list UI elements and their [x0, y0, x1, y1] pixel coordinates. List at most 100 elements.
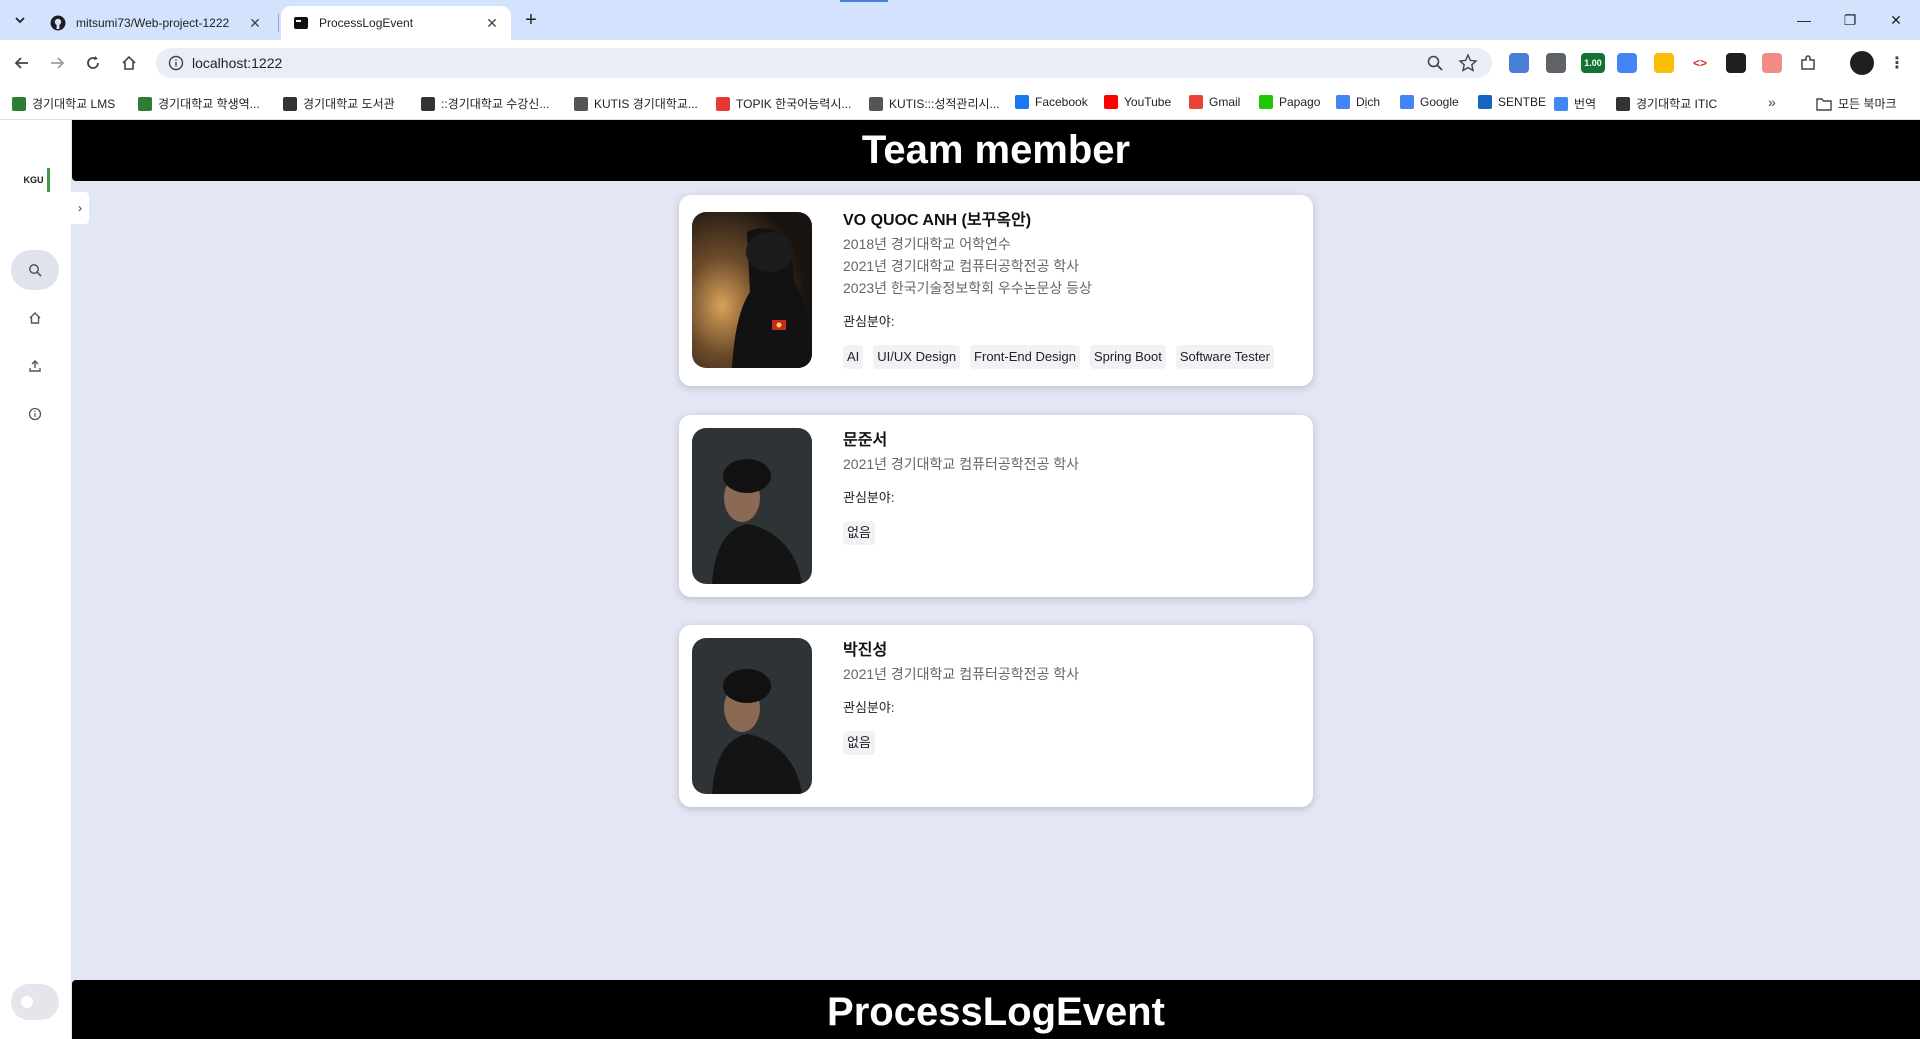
sidebar: KGU	[0, 120, 71, 1039]
bookmark-favicon-icon	[421, 96, 435, 111]
search-icon	[29, 264, 42, 277]
bookmark-favicon-icon	[138, 96, 152, 111]
bookmark-item[interactable]: Google	[1400, 95, 1459, 109]
minimize-button[interactable]: —	[1781, 0, 1827, 40]
sidebar-expand-button[interactable]: ›	[71, 192, 89, 224]
extension-code-icon[interactable]: <>	[1690, 53, 1710, 73]
kgu-logo[interactable]: KGU	[20, 168, 50, 192]
bookmark-favicon-icon	[1616, 96, 1630, 111]
bookmark-item[interactable]: YouTube	[1104, 95, 1171, 109]
extension-reader-icon[interactable]	[1509, 53, 1529, 73]
interest-tags: 없음	[843, 731, 1297, 755]
tab-github[interactable]: mitsumi73/Web-project-1222 ✕	[38, 6, 274, 40]
bookmark-item[interactable]: 경기대학교 ITIC	[1616, 95, 1717, 112]
back-icon[interactable]	[9, 50, 35, 76]
restore-button[interactable]: ❐	[1827, 0, 1873, 40]
bookmark-favicon-icon	[869, 96, 883, 111]
tab-divider	[278, 14, 279, 32]
sidebar-home-button[interactable]	[11, 298, 59, 338]
member-card: VO QUOC ANH (보꾸옥안) 2018년 경기대학교 어학연수 2021…	[679, 195, 1313, 386]
member-history-item: 2021년 경기대학교 컴퓨터공학전공 학사	[843, 258, 1080, 274]
bookmark-item[interactable]: KUTIS 경기대학교...	[574, 95, 698, 112]
bookmark-item[interactable]: SENTBE	[1478, 95, 1546, 109]
bookmark-item[interactable]: Facebook	[1015, 95, 1088, 109]
home-icon	[29, 312, 41, 324]
interest-tag: Spring Boot	[1089, 345, 1166, 369]
bookmark-favicon-icon	[1478, 95, 1492, 109]
tab-strip: mitsumi73/Web-project-1222 ✕ ProcessLogE…	[0, 0, 1920, 40]
bookmark-item[interactable]: 번역	[1554, 95, 1596, 112]
bookmarks-bar: 경기대학교 LMS 경기대학교 학생역... 경기대학교 도서관 ::경기대학교…	[0, 86, 1920, 120]
bookmark-item[interactable]: TOPIK 한국어능력시...	[716, 95, 851, 112]
sidebar-upload-button[interactable]	[11, 346, 59, 386]
interest-label: 관심분야:	[843, 700, 895, 715]
browser-menu-icon[interactable]: ⋮	[1887, 53, 1907, 73]
bookmark-star-icon[interactable]	[1458, 53, 1478, 73]
bookmarks-overflow-button[interactable]: »	[1768, 94, 1776, 110]
bookmark-item[interactable]: Papago	[1259, 95, 1320, 109]
member-info: 문준서 2021년 경기대학교 컴퓨터공학전공 학사 관심분야: 없음	[843, 429, 1297, 545]
interest-tag: AI	[843, 345, 864, 369]
tab-close-icon[interactable]: ✕	[246, 14, 264, 32]
member-info: VO QUOC ANH (보꾸옥안) 2018년 경기대학교 어학연수 2021…	[843, 209, 1297, 369]
tab-title: mitsumi73/Web-project-1222	[76, 16, 230, 30]
bookmark-favicon-icon	[1336, 95, 1350, 109]
bookmark-item[interactable]: KUTIS:::성적관리시...	[869, 95, 1000, 112]
member-info: 박진성 2021년 경기대학교 컴퓨터공학전공 학사 관심분야: 없음	[843, 639, 1297, 755]
bookmark-favicon-icon	[12, 96, 26, 111]
extension-speed-icon[interactable]: 1.00	[1581, 53, 1605, 73]
address-bar[interactable]: localhost:1222	[156, 48, 1492, 78]
interest-label: 관심분야:	[843, 490, 895, 505]
member-card: 박진성 2021년 경기대학교 컴퓨터공학전공 학사 관심분야: 없음	[679, 625, 1313, 807]
profile-avatar[interactable]	[1850, 51, 1874, 75]
url-text[interactable]: localhost:1222	[192, 55, 282, 71]
site-info-icon[interactable]	[168, 55, 184, 71]
interest-tag: Software Tester	[1175, 345, 1274, 369]
member-photo	[692, 428, 812, 584]
tab-close-icon[interactable]: ✕	[483, 14, 501, 32]
all-bookmarks-folder[interactable]: 모든 북마크	[1816, 95, 1897, 112]
member-history-item: 2023년 한국기술정보학회 우수논문상 등상	[843, 280, 1092, 296]
bookmark-favicon-icon	[1189, 95, 1203, 109]
tab-group-indicator	[840, 0, 888, 2]
home-icon[interactable]	[116, 50, 142, 76]
tab-processlogevent[interactable]: ProcessLogEvent ✕	[281, 6, 511, 40]
extension-lt-icon[interactable]	[1726, 53, 1746, 73]
member-history-item: 2018년 경기대학교 어학연수	[843, 236, 1011, 252]
member-name: VO QUOC ANH (보꾸옥안)	[843, 212, 1032, 229]
bookmark-item[interactable]: 경기대학교 도서관	[283, 95, 395, 112]
site-favicon-icon	[293, 15, 309, 31]
interest-tags: AI UI/UX Design Front-End Design Spring …	[843, 345, 1297, 369]
sidebar-info-button[interactable]	[11, 394, 59, 434]
member-history-item: 2021년 경기대학교 컴퓨터공학전공 학사	[843, 456, 1080, 472]
reload-icon[interactable]	[80, 50, 106, 76]
member-name: 박진성	[843, 642, 888, 659]
bookmark-item[interactable]: Dịch	[1336, 95, 1380, 109]
interest-tag: 없음	[843, 521, 875, 545]
tab-search-chevron-icon[interactable]	[8, 8, 32, 32]
interest-tag: Front-End Design	[970, 345, 1080, 369]
folder-icon	[1816, 97, 1832, 111]
bookmark-favicon-icon	[574, 96, 588, 111]
member-history-item: 2021년 경기대학교 컴퓨터공학전공 학사	[843, 666, 1080, 682]
interest-tag: UI/UX Design	[873, 345, 961, 369]
github-icon	[50, 15, 66, 31]
extension-redirect-icon[interactable]	[1762, 53, 1782, 73]
theme-toggle[interactable]	[11, 984, 59, 1020]
sidebar-search-button[interactable]	[11, 250, 59, 290]
bookmark-item[interactable]: 경기대학교 학생역...	[138, 95, 260, 112]
forward-icon[interactable]	[44, 50, 70, 76]
bookmark-item[interactable]: 경기대학교 LMS	[12, 95, 115, 112]
interest-tags: 없음	[843, 521, 1297, 545]
extension-translate-icon[interactable]	[1617, 53, 1637, 73]
zoom-icon[interactable]	[1426, 54, 1444, 72]
close-window-button[interactable]: ✕	[1873, 0, 1919, 40]
member-card: 문준서 2021년 경기대학교 컴퓨터공학전공 학사 관심분야: 없음	[679, 415, 1313, 597]
extension-docs-icon[interactable]	[1546, 53, 1566, 73]
extension-drive-icon[interactable]	[1654, 53, 1674, 73]
extensions-puzzle-icon[interactable]	[1798, 53, 1818, 73]
new-tab-button[interactable]: +	[519, 8, 543, 32]
bookmark-item[interactable]: Gmail	[1189, 95, 1240, 109]
extension-speed-badge: 1.00	[1584, 58, 1602, 68]
bookmark-item[interactable]: ::경기대학교 수강신...	[421, 95, 549, 112]
